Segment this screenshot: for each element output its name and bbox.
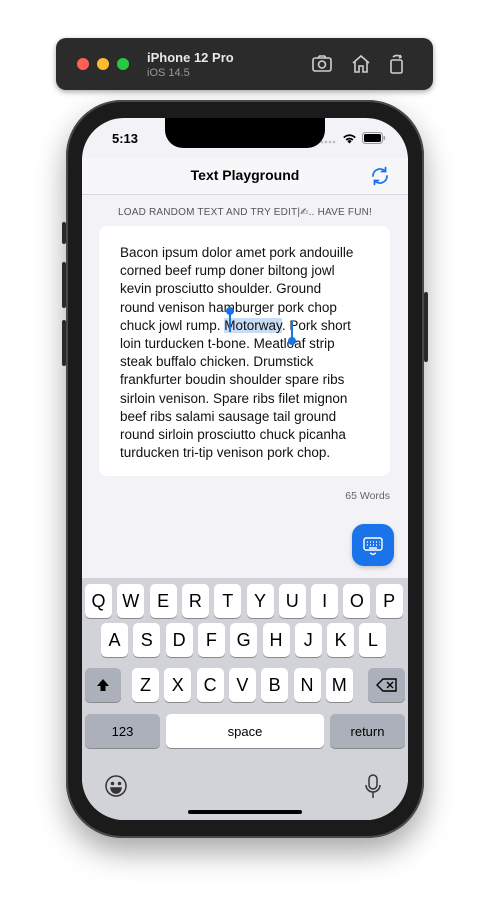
- close-window-button[interactable]: [77, 58, 89, 70]
- phone-screen: 5:13 Text Playground LOAD RANDOM TEXT AN…: [82, 118, 408, 820]
- microphone-icon[interactable]: [364, 774, 382, 800]
- numbers-key[interactable]: 123: [85, 714, 160, 748]
- instruction-text: LOAD RANDOM TEXT AND TRY EDIT|✍.. HAVE F…: [117, 207, 373, 218]
- key-k[interactable]: K: [327, 623, 355, 657]
- shift-icon: [97, 679, 109, 691]
- wifi-icon: [343, 133, 356, 143]
- key-n[interactable]: N: [293, 668, 321, 702]
- delete-icon: [375, 678, 397, 692]
- editor-text[interactable]: Bacon ipsum dolor amet pork andouille co…: [120, 244, 372, 462]
- key-l[interactable]: L: [359, 623, 387, 657]
- volume-up-button: [62, 262, 66, 308]
- signal-icon: [320, 140, 336, 143]
- key-m[interactable]: M: [325, 668, 353, 702]
- simulator-toolbar: iPhone 12 Pro iOS 14.5: [56, 38, 433, 90]
- status-time: 5:13: [112, 131, 139, 146]
- power-button: [424, 292, 428, 362]
- keyboard: QWERTYUIOP ASDFGHJKL ZXCVBNM 123 space r…: [82, 578, 408, 820]
- editor-text-after: . Pork short loin turducken t-bone. Meat…: [120, 317, 351, 461]
- key-f[interactable]: F: [197, 623, 225, 657]
- selection-start-handle[interactable]: [226, 307, 234, 332]
- battery-icon: [362, 132, 386, 144]
- home-indicator: [188, 810, 302, 814]
- key-r[interactable]: R: [181, 584, 209, 618]
- key-b[interactable]: B: [261, 668, 289, 702]
- key-x[interactable]: X: [164, 668, 192, 702]
- key-p[interactable]: P: [375, 584, 403, 618]
- rotate-icon[interactable]: [385, 52, 409, 76]
- screenshot-icon[interactable]: [310, 52, 334, 76]
- navigation-bar: Text Playground: [82, 158, 408, 195]
- shift-key[interactable]: [85, 668, 121, 702]
- key-d[interactable]: D: [165, 623, 193, 657]
- key-i[interactable]: I: [311, 584, 339, 618]
- os-version: iOS 14.5: [147, 67, 190, 79]
- key-o[interactable]: O: [343, 584, 371, 618]
- key-u[interactable]: U: [278, 584, 306, 618]
- key-g[interactable]: G: [230, 623, 258, 657]
- key-y[interactable]: Y: [246, 584, 274, 618]
- minimize-window-button[interactable]: [97, 58, 109, 70]
- return-key[interactable]: return: [330, 714, 405, 748]
- selection-end-handle[interactable]: [288, 322, 296, 345]
- zoom-window-button[interactable]: [117, 58, 129, 70]
- delete-key[interactable]: [368, 668, 405, 702]
- text-editor[interactable]: Bacon ipsum dolor amet pork andouille co…: [99, 226, 390, 476]
- key-j[interactable]: J: [294, 623, 322, 657]
- selected-text[interactable]: Motorway: [224, 317, 282, 333]
- word-count: 65 Words: [345, 490, 390, 502]
- key-h[interactable]: H: [262, 623, 290, 657]
- home-icon[interactable]: [349, 52, 373, 76]
- page-title: Text Playground: [190, 167, 300, 183]
- key-t[interactable]: T: [214, 584, 242, 618]
- mute-switch: [62, 222, 66, 244]
- key-a[interactable]: A: [101, 623, 128, 657]
- space-key[interactable]: space: [166, 714, 324, 748]
- emoji-icon[interactable]: [104, 774, 128, 798]
- keyboard-toggle-button[interactable]: [352, 524, 394, 566]
- key-c[interactable]: C: [196, 668, 224, 702]
- key-e[interactable]: E: [149, 584, 177, 618]
- status-icons: [320, 132, 386, 144]
- volume-down-button: [62, 320, 66, 366]
- key-v[interactable]: V: [228, 668, 256, 702]
- keyboard-icon: [363, 537, 383, 556]
- key-z[interactable]: Z: [132, 668, 159, 702]
- key-w[interactable]: W: [117, 584, 145, 618]
- notch: [165, 118, 325, 148]
- key-s[interactable]: S: [133, 623, 161, 657]
- device-name: iPhone 12 Pro: [147, 50, 234, 65]
- key-q[interactable]: Q: [85, 584, 112, 618]
- refresh-icon[interactable]: [368, 164, 392, 188]
